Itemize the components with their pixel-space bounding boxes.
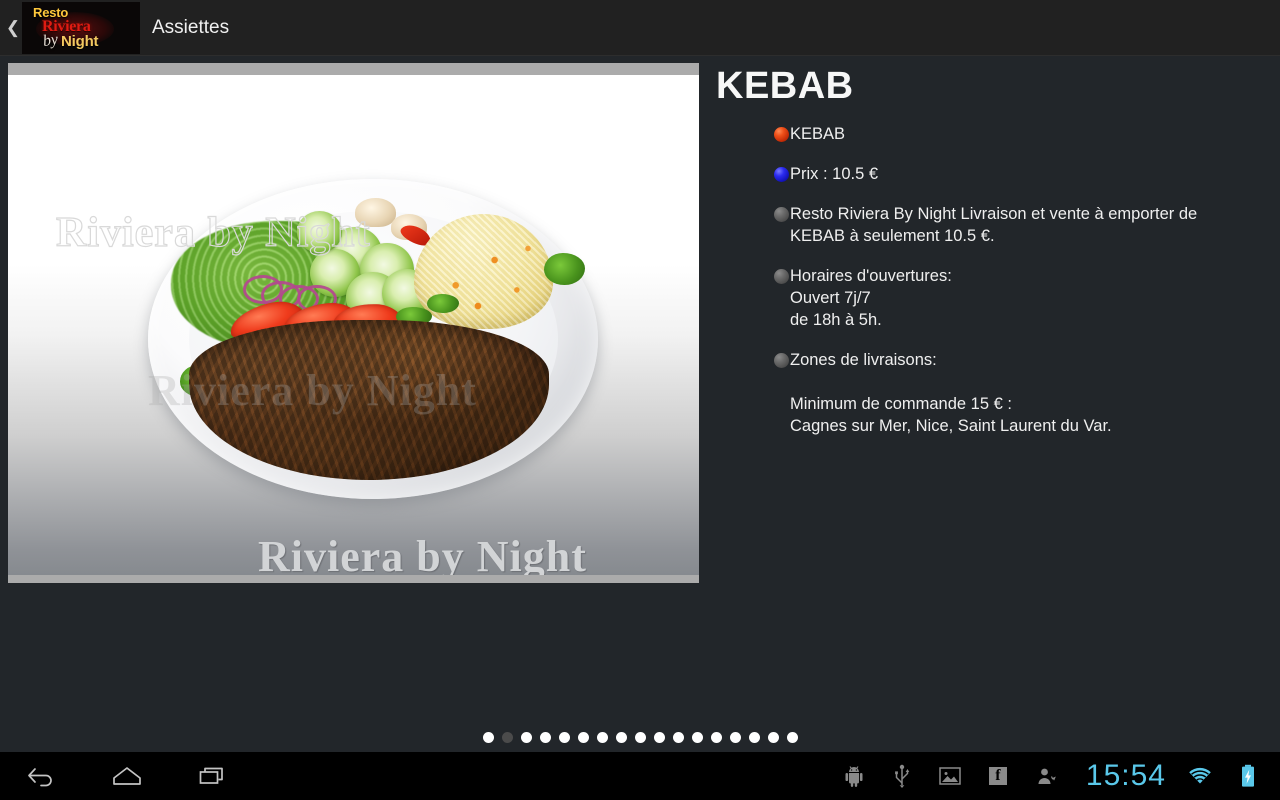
product-image-panel[interactable]: Riviera by Night Riviera by Night Rivier… [8,63,699,583]
page-dot[interactable] [748,732,760,743]
status-clock[interactable]: 15:54 [1070,759,1176,793]
bullet-text: Prix : 10.5 € [790,165,879,183]
home-button[interactable] [110,759,144,793]
bullet-dot-blue-icon [774,167,789,182]
page-dot[interactable] [482,732,494,743]
product-bullet-list: KEBAB Prix : 10.5 € Resto Riviera By Night… [716,123,1264,371]
page-title: Assiettes [152,17,230,38]
product-bullet-item: Zones de livraisons: [716,349,1264,371]
up-navigation-chevron-icon[interactable]: ❮ [2,0,24,56]
recent-apps-icon [199,767,223,784]
bullet-text: Horaires d'ouvertures: Ouvert 7j/7 de 18… [790,267,952,329]
bullet-dot-gray-icon [774,207,789,222]
page-dot[interactable] [653,732,665,743]
product-bullet-item: Prix : 10.5 € [716,163,1264,185]
product-photo[interactable]: Riviera by Night Riviera by Night Rivier… [8,75,699,575]
app-logo[interactable]: Resto Riviera by Night [22,2,140,54]
bullet-dot-gray-icon [774,353,789,368]
page-dot[interactable] [558,732,570,743]
system-navigation-bar: f 15:54 [0,752,1280,800]
cucumber-slice [296,211,342,253]
page-dot[interactable] [615,732,627,743]
home-icon [113,767,141,785]
wifi-icon[interactable] [1176,752,1224,800]
bullet-text: KEBAB [790,125,846,143]
contacts-notification-icon[interactable] [1022,752,1070,800]
product-bullet-item: KEBAB [716,123,1264,145]
bullet-text: Zones de livraisons: [790,351,937,369]
gallery-notification-icon[interactable] [926,752,974,800]
food-plate-illustration [148,179,598,499]
usb-icon[interactable] [878,752,926,800]
action-bar: ❮ Resto Riviera by Night Assiettes [0,0,1280,56]
device-screen: ❮ Resto Riviera by Night Assiettes Rivie… [0,0,1280,800]
facebook-notification-icon[interactable]: f [974,752,1022,800]
page-dot[interactable] [539,732,551,743]
page-dot[interactable] [520,732,532,743]
page-dot[interactable] [786,732,798,743]
mushroom-slice [355,198,396,227]
product-bullet-item: Resto Riviera By Night Livraison et vent… [716,203,1264,247]
product-detail-panel: KEBAB KEBAB Prix : 10.5 € Resto Riviera By… [716,63,1264,437]
page-dot[interactable] [501,732,513,743]
bullet-text: Resto Riviera By Night Livraison et vent… [790,205,1198,245]
parsley-garnish [544,252,585,285]
product-title: KEBAB [716,65,854,107]
page-dot[interactable] [672,732,684,743]
page-dot[interactable] [577,732,589,743]
parsley-garnish [427,294,459,314]
page-dot[interactable] [596,732,608,743]
logo-night-text: Night [61,33,99,50]
back-button[interactable] [24,759,58,793]
battery-charging-icon[interactable] [1224,752,1272,800]
facebook-f-glyph: f [988,767,1007,785]
page-dot[interactable] [729,732,741,743]
recents-button[interactable] [196,759,230,793]
bullet-dot-red-icon [774,127,789,142]
android-debug-icon[interactable] [830,752,878,800]
page-dot[interactable] [691,732,703,743]
back-arrow-icon [28,768,52,787]
delivery-notes: Minimum de commande 15 € : Cagnes sur Me… [790,395,1112,435]
photo-watermark-bottom: Riviera by Night [258,532,587,575]
product-bullet-item: Horaires d'ouvertures: Ouvert 7j/7 de 18… [716,265,1264,331]
page-indicator[interactable] [0,732,1280,743]
bullet-dot-gray-icon [774,269,789,284]
page-dot[interactable] [710,732,722,743]
navigation-keys [24,759,230,793]
page-dot[interactable] [634,732,646,743]
status-icons-area: f 15:54 [830,752,1272,800]
page-dot[interactable] [767,732,779,743]
logo-by-text: by [41,31,60,50]
